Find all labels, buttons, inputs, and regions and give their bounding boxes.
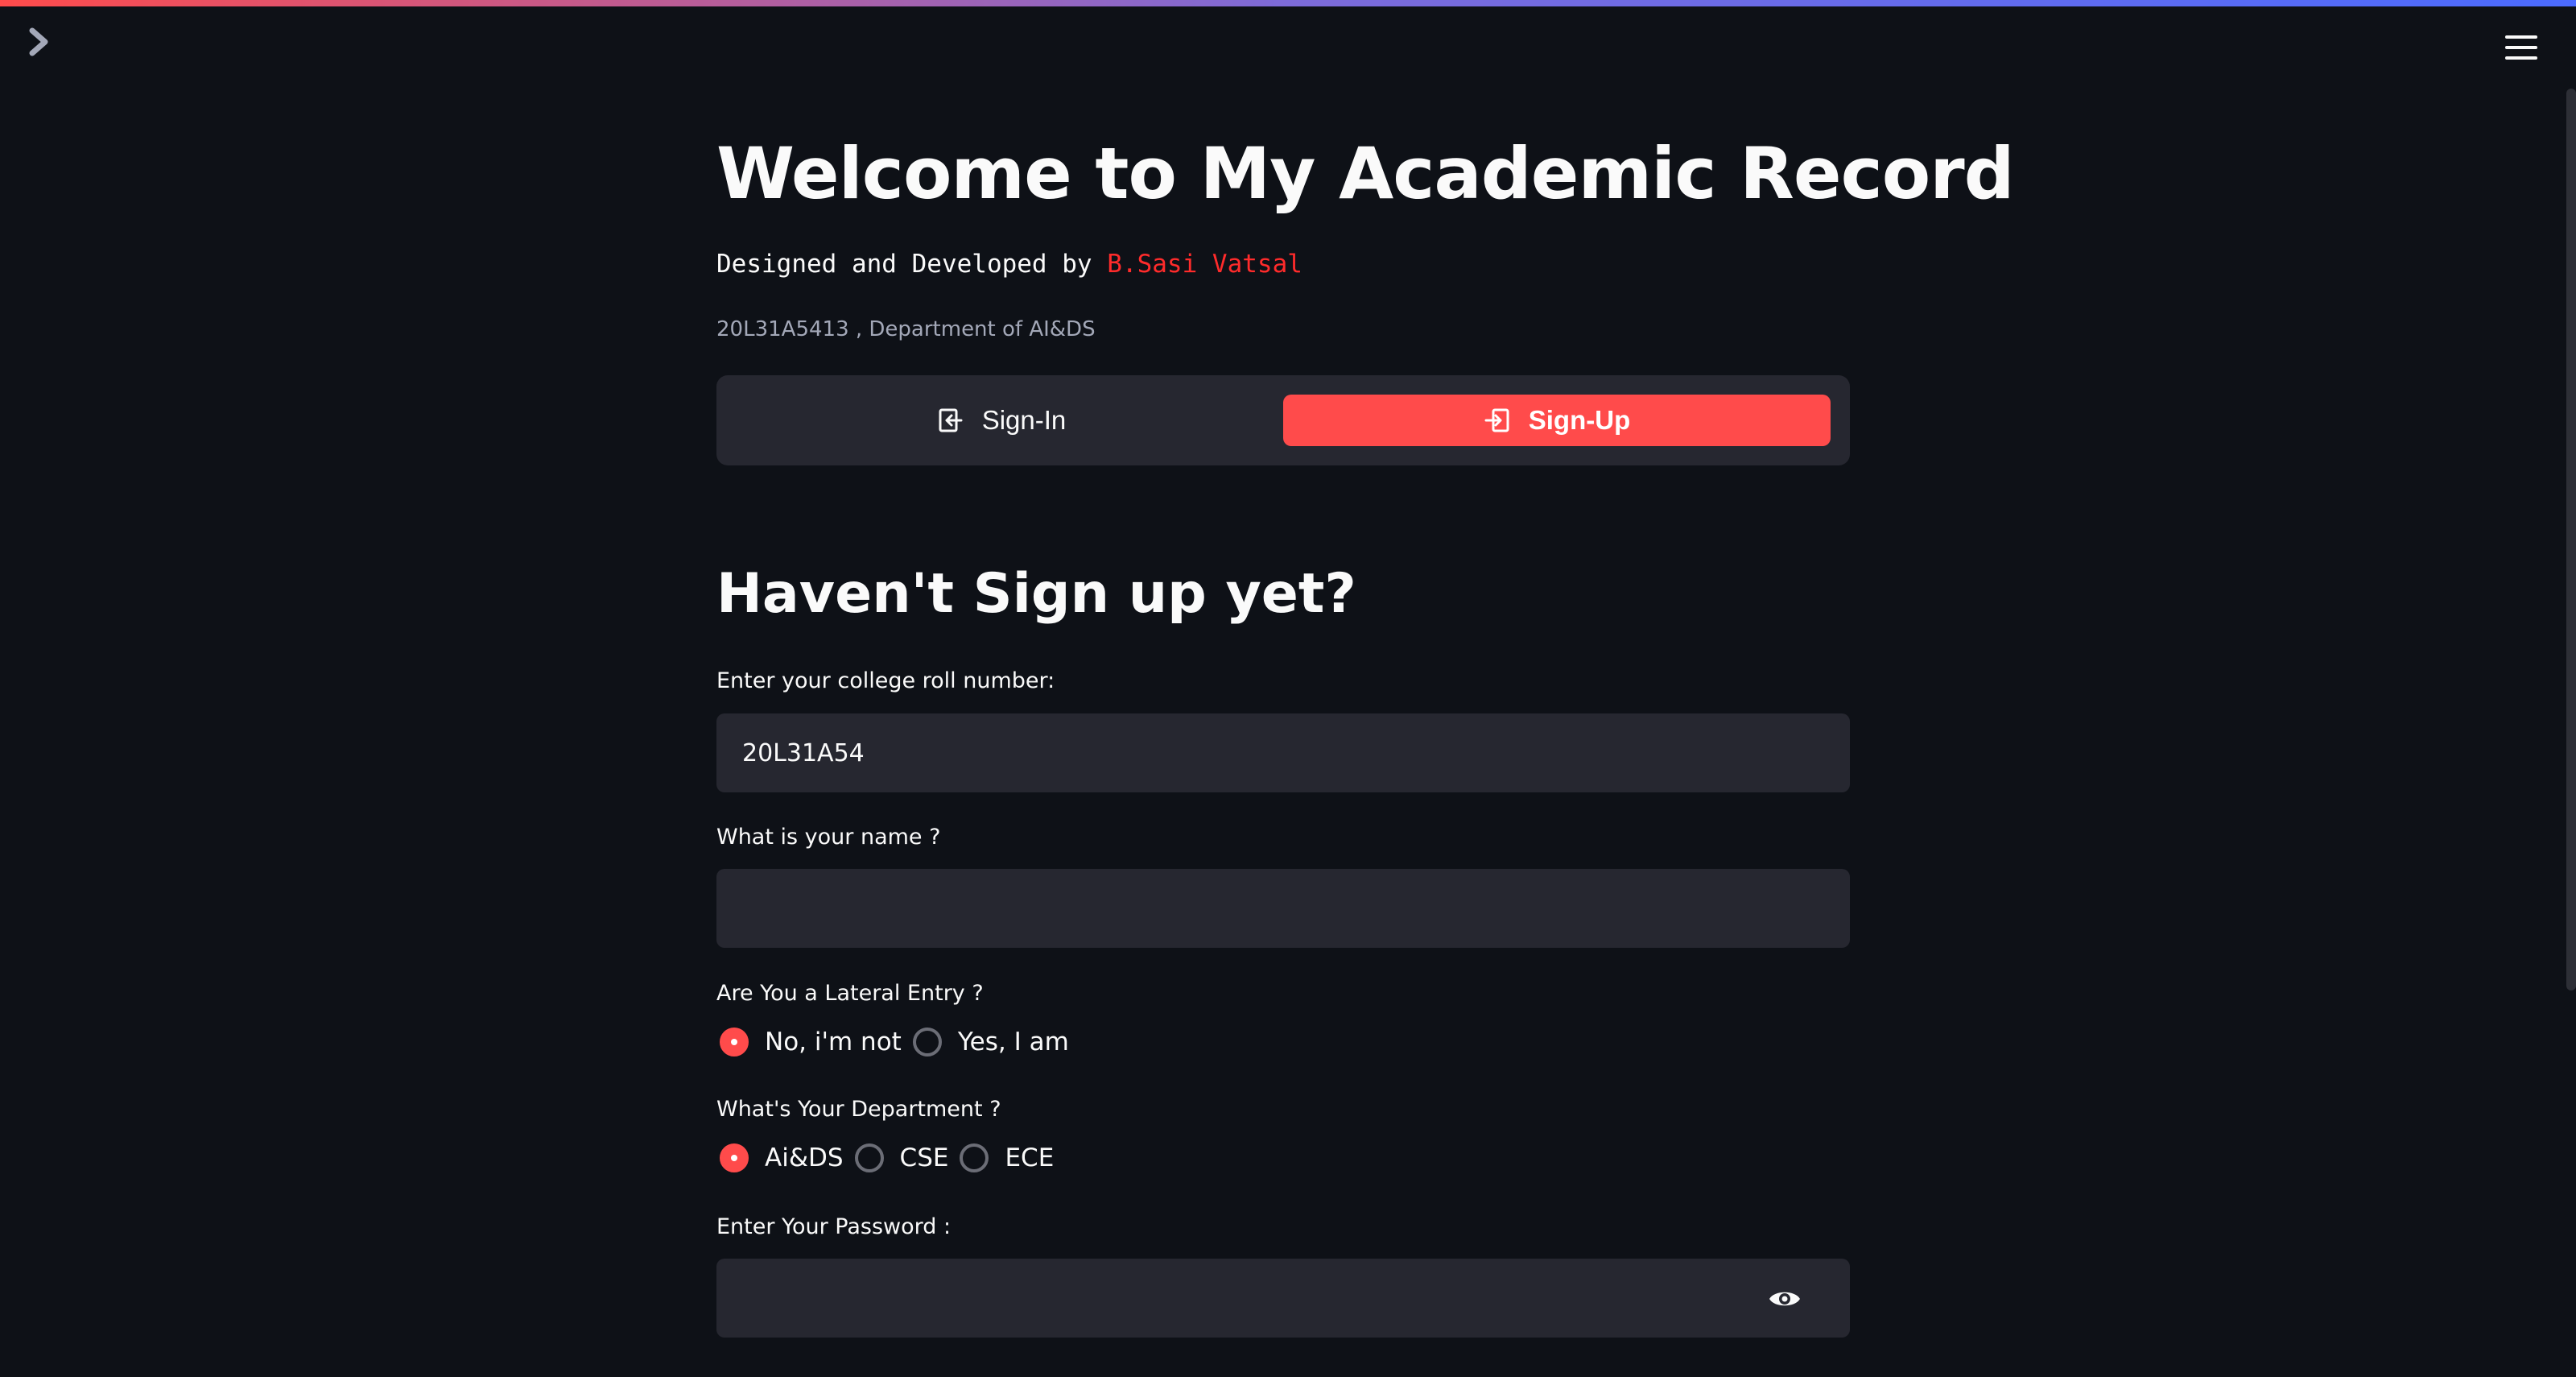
radio-unselected-icon bbox=[960, 1143, 989, 1172]
radio-department-cse[interactable]: CSE bbox=[852, 1143, 949, 1172]
radio-lateral-no[interactable]: No, i'm not bbox=[716, 1028, 902, 1057]
tab-sign-up[interactable]: Sign-Up bbox=[1283, 395, 1831, 446]
sign-up-icon bbox=[1484, 408, 1509, 432]
roll-department-caption: 20L31A5413 , Department of AI&DS bbox=[716, 317, 1096, 341]
radio-label: ECE bbox=[1005, 1143, 1055, 1172]
page-title: Welcome to My Academic Record bbox=[716, 132, 2015, 215]
top-decoration-bar bbox=[0, 0, 2576, 6]
radio-lateral-yes[interactable]: Yes, I am bbox=[910, 1028, 1069, 1057]
auth-tabs: Sign-In Sign-Up bbox=[716, 375, 1850, 465]
radio-department-aids[interactable]: Ai&DS bbox=[716, 1143, 844, 1172]
password-input[interactable] bbox=[716, 1259, 1850, 1338]
department-label: What's Your Department ? bbox=[716, 1097, 1001, 1122]
byline: Designed and Developed by B.Sasi Vatsal bbox=[716, 250, 1302, 279]
signup-heading: Haven't Sign up yet? bbox=[716, 562, 1356, 626]
eye-icon[interactable] bbox=[1768, 1287, 1802, 1311]
tab-sign-in-label: Sign-In bbox=[981, 405, 1067, 435]
radio-label: No, i'm not bbox=[765, 1028, 902, 1057]
chevron-right-icon[interactable] bbox=[27, 27, 52, 56]
roll-number-input[interactable] bbox=[716, 713, 1850, 792]
radio-label: Ai&DS bbox=[765, 1143, 844, 1172]
radio-selected-icon bbox=[720, 1028, 749, 1057]
radio-unselected-icon bbox=[912, 1028, 942, 1057]
byline-prefix: Designed and Developed by bbox=[716, 250, 1108, 279]
lateral-entry-label: Are You a Lateral Entry ? bbox=[716, 981, 984, 1006]
tab-sign-in[interactable]: Sign-In bbox=[728, 395, 1275, 446]
hamburger-menu-icon[interactable] bbox=[2505, 35, 2537, 63]
radio-label: CSE bbox=[899, 1143, 949, 1172]
sign-in-icon bbox=[939, 408, 963, 432]
radio-selected-icon bbox=[720, 1143, 749, 1172]
lateral-entry-radio-group: No, i'm not Yes, I am bbox=[716, 1028, 1077, 1057]
department-radio-group: Ai&DS CSE ECE bbox=[716, 1143, 1062, 1172]
radio-unselected-icon bbox=[854, 1143, 884, 1172]
radio-label: Yes, I am bbox=[957, 1028, 1069, 1057]
author-name: B.Sasi Vatsal bbox=[1107, 250, 1302, 279]
name-input[interactable] bbox=[716, 869, 1850, 948]
password-label: Enter Your Password : bbox=[716, 1214, 952, 1239]
name-label: What is your name ? bbox=[716, 825, 941, 850]
radio-department-ece[interactable]: ECE bbox=[956, 1143, 1054, 1172]
roll-number-label: Enter your college roll number: bbox=[716, 668, 1055, 693]
scrollbar[interactable] bbox=[2566, 89, 2576, 990]
tab-sign-up-label: Sign-Up bbox=[1528, 405, 1631, 435]
